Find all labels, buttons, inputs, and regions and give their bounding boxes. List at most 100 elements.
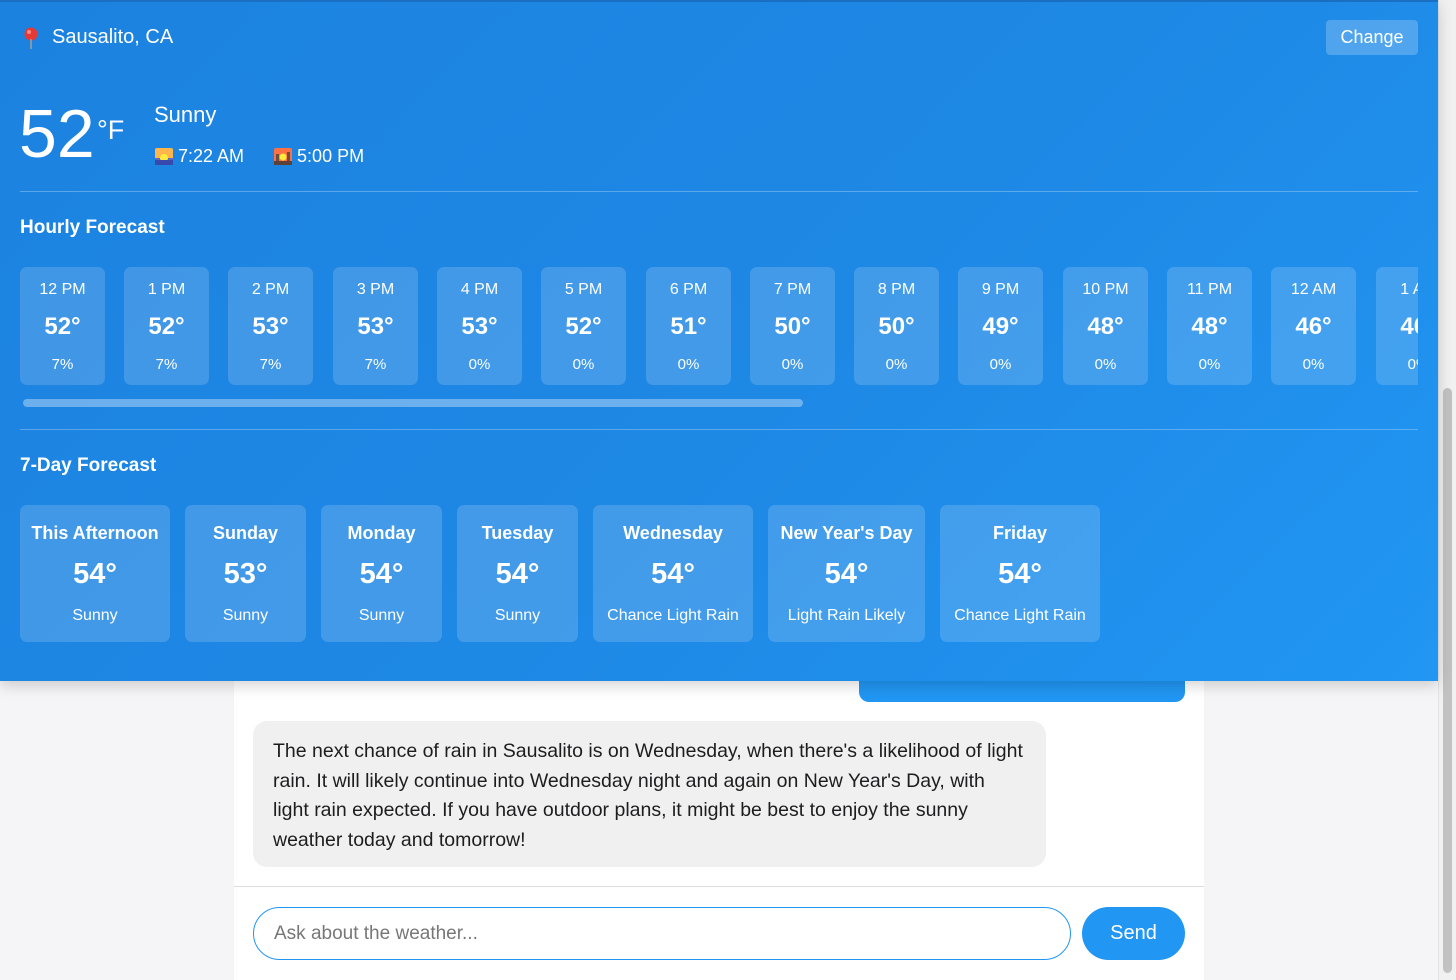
hourly-card: 11 PM 48° 0% — [1167, 267, 1252, 385]
map-pin-icon — [24, 27, 38, 49]
hourly-card: 4 PM 53° 0% — [437, 267, 522, 385]
chat-divider — [234, 886, 1204, 887]
send-button[interactable]: Send — [1082, 907, 1185, 960]
daily-temp: 54° — [359, 558, 404, 590]
hourly-precip: 0% — [1302, 356, 1325, 373]
hourly-temp: 51° — [670, 313, 707, 340]
daily-condition: Sunny — [222, 607, 269, 624]
daily-name: Tuesday — [481, 523, 554, 543]
sun-times: 7:22 AM 5:00 PM — [155, 146, 364, 167]
hourly-precip: 7% — [51, 356, 74, 373]
daily-condition: Light Rain Likely — [787, 607, 906, 624]
daily-temp: 54° — [73, 558, 117, 590]
hourly-time: 12 AM — [1290, 281, 1337, 298]
hourly-time: 5 PM — [564, 281, 603, 298]
hourly-card: 8 PM 50° 0% — [854, 267, 939, 385]
hourly-time: 1 AM — [1400, 281, 1418, 298]
daily-card: Wednesday 54° Chance Light Rain — [593, 505, 753, 642]
hourly-precip: 0% — [885, 356, 908, 373]
current-condition: Sunny — [154, 102, 217, 127]
sunrise-time: 7:22 AM — [178, 146, 245, 166]
page-scrollbar-thumb[interactable] — [1443, 388, 1452, 973]
hourly-temp: 52° — [44, 313, 81, 340]
panel-top-border — [0, 0, 1438, 2]
divider-middle — [20, 429, 1418, 430]
hourly-precip: 0% — [677, 356, 700, 373]
daily-forecast-list: This Afternoon 54° Sunny Sunday 53° Sunn… — [20, 505, 1220, 643]
hourly-temp: 52° — [148, 313, 185, 340]
hourly-temp: 48° — [1087, 313, 1124, 340]
hourly-time: 6 PM — [669, 281, 708, 298]
daily-condition: Chance Light Rain — [607, 607, 739, 624]
hourly-precip: 0% — [989, 356, 1012, 373]
hourly-time: 2 PM — [251, 281, 290, 298]
daily-name: Sunday — [212, 523, 278, 543]
hourly-scrollbar[interactable] — [23, 399, 803, 407]
hourly-precip: 0% — [572, 356, 595, 373]
daily-name: Friday — [992, 523, 1048, 543]
hourly-card: 7 PM 50° 0% — [750, 267, 835, 385]
daily-condition: Sunny — [72, 607, 118, 624]
hourly-time: 11 PM — [1186, 281, 1233, 298]
hourly-card: 3 PM 53° 7% — [333, 267, 418, 385]
daily-forecast-title: 7-Day Forecast — [20, 455, 157, 476]
hourly-time: 8 PM — [877, 281, 916, 298]
daily-card: New Year's Day 54° Light Rain Likely — [768, 505, 925, 642]
daily-condition: Sunny — [494, 607, 541, 624]
hourly-card: 10 PM 48° 0% — [1063, 267, 1148, 385]
daily-card: Sunday 53° Sunny — [185, 505, 306, 642]
hourly-card: 12 PM 52° 7% — [20, 267, 105, 385]
daily-temp: 54° — [651, 558, 695, 590]
hourly-card: 9 PM 49° 0% — [958, 267, 1043, 385]
hourly-temp: 46° — [1400, 313, 1418, 340]
hourly-card: 5 PM 52° 0% — [541, 267, 626, 385]
daily-name: Wednesday — [623, 523, 723, 543]
hourly-temp: 52° — [565, 313, 602, 340]
hourly-precip: 0% — [1198, 356, 1221, 373]
hourly-time: 3 PM — [356, 281, 395, 298]
hourly-card: 1 PM 52° 7% — [124, 267, 209, 385]
hourly-card: 12 AM 46° 0% — [1271, 267, 1356, 385]
daily-temp: 54° — [998, 558, 1042, 590]
assistant-message: The next chance of rain in Sausalito is … — [253, 721, 1046, 867]
daily-name: Monday — [347, 523, 416, 543]
daily-card: This Afternoon 54° Sunny — [20, 505, 170, 642]
hourly-temp: 50° — [878, 313, 915, 340]
chat-input[interactable] — [253, 907, 1071, 960]
hourly-time: 7 PM — [773, 281, 812, 298]
page-scrollbar[interactable] — [1438, 0, 1456, 980]
daily-card: Tuesday 54° Sunny — [457, 505, 578, 642]
hourly-precip: 7% — [155, 356, 178, 373]
hourly-temp: 53° — [461, 313, 498, 340]
hourly-temp: 46° — [1295, 313, 1332, 340]
hourly-time: 12 PM — [39, 281, 86, 298]
hourly-temp: 48° — [1191, 313, 1228, 340]
hourly-card: 6 PM 51° 0% — [646, 267, 731, 385]
hourly-temp: 53° — [252, 313, 289, 340]
hourly-forecast-list[interactable]: 12 PM 52° 7% 1 PM 52° 7% 2 PM 53° 7% 3 P… — [20, 267, 1418, 387]
change-location-button[interactable]: Change — [1326, 20, 1418, 55]
hourly-precip: 0% — [1407, 356, 1418, 373]
daily-name: New Year's Day — [780, 523, 913, 543]
location-name: Sausalito, CA — [52, 26, 174, 48]
daily-temp: 54° — [495, 558, 540, 590]
hourly-card: 2 PM 53° 7% — [228, 267, 313, 385]
daily-card: Friday 54° Chance Light Rain — [940, 505, 1100, 642]
hourly-temp: 53° — [357, 313, 394, 340]
sunrise-icon — [155, 148, 173, 165]
sunset-icon — [274, 148, 293, 165]
daily-name: This Afternoon — [31, 523, 159, 543]
hourly-precip: 7% — [259, 356, 282, 373]
divider-top — [20, 191, 1418, 192]
daily-condition: Chance Light Rain — [954, 607, 1086, 624]
hourly-time: 10 PM — [1082, 281, 1129, 298]
sunset-time: 5:00 PM — [297, 146, 365, 166]
daily-condition: Sunny — [358, 607, 405, 624]
daily-temp: 53° — [223, 558, 268, 590]
hourly-time: 9 PM — [981, 281, 1020, 298]
temperature-unit: °F — [97, 115, 125, 145]
hourly-precip: 0% — [781, 356, 804, 373]
hourly-precip: 0% — [468, 356, 491, 373]
current-temperature: 52 — [19, 96, 95, 172]
weather-panel: Sausalito, CA Change 52 °F Sunny 7:22 AM… — [0, 0, 1438, 681]
